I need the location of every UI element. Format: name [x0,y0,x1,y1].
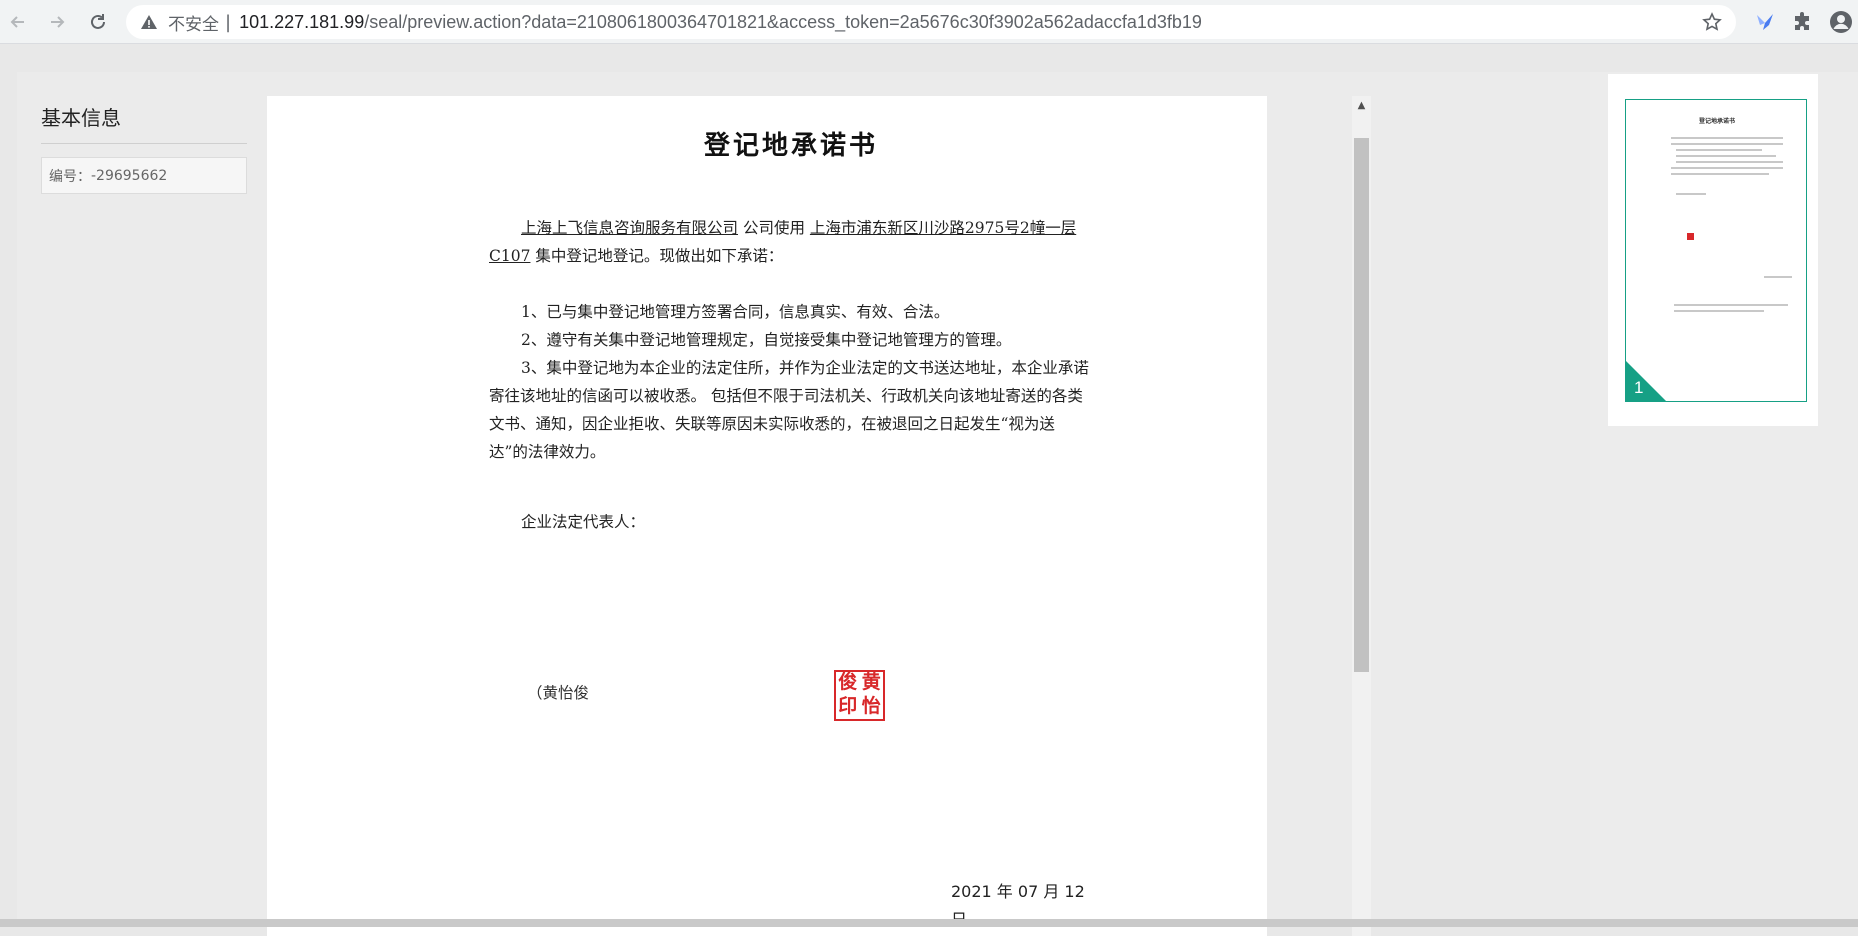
thumbnail-text-line [1671,167,1783,169]
red-seal-stamp: 俊 黄 印 怡 [834,670,885,721]
url-path[interactable]: /seal/preview.action?data=21080618003647… [364,12,1202,33]
thumbnail-text-line [1674,310,1764,312]
thumbnail-page-number: 1 [1634,378,1644,397]
uses-text: 公司使用 [742,219,805,237]
company-name: 上海上飞信息咨询服务有限公司 [521,219,739,237]
thumbnail-text-line [1671,143,1783,145]
registered-address-room: C107 [489,247,531,265]
puzzle-icon[interactable] [1790,9,1816,35]
commitment-item-3: 3、集中登记地为本企业的法定住所，并作为企业法定的文书送达地址，本企业承诺寄往该… [489,359,1089,461]
thumbnail-text-line [1764,276,1792,278]
security-label[interactable]: 不安全 [168,10,219,35]
thumbnail-seal [1687,233,1694,240]
thumbnail-text-line [1671,137,1783,139]
seal-char: 黄 [861,671,881,693]
id-value: -29695662 [91,167,168,184]
profile-icon[interactable] [1828,9,1854,35]
warning-icon[interactable] [140,13,158,31]
app-viewport: 基本信息 编号： -29695662 登记地承诺书 上海上飞信息咨询服务有限公司… [17,72,1858,936]
commitment-item-2: 2、遵守有关集中登记地管理规定，自觉接受集中登记地管理方的管理。 [521,331,1012,349]
document-page: 登记地承诺书 上海上飞信息咨询服务有限公司 公司使用 上海市浦东新区川沙路297… [267,96,1267,936]
scroll-thumb[interactable] [1354,138,1369,672]
basic-info-panel: 基本信息 编号： -29695662 [41,102,247,194]
thumbnail-title: 登记地承诺书 [1698,118,1735,125]
address-bar[interactable]: 不安全 | 101.227.181.99 /seal/preview.actio… [126,5,1736,39]
reload-icon[interactable] [84,8,112,36]
document-scrollbar[interactable]: ▲ [1352,96,1371,936]
thumbnail-text-line [1676,149,1762,151]
thumbnail-text-line [1676,161,1783,163]
back-icon[interactable] [4,8,32,36]
horizontal-scrollbar[interactable] [0,919,1858,927]
thumbnail-selected-corner [1626,361,1666,401]
panel-title: 基本信息 [41,102,247,144]
intro-text: 集中登记地登记。现做出如下承诺： [535,247,784,265]
browser-toolbar: 不安全 | 101.227.181.99 /seal/preview.actio… [0,0,1858,44]
id-label: 编号： [49,168,91,185]
url-separator: | [225,11,232,33]
url-host[interactable]: 101.227.181.99 [239,12,364,33]
seal-char: 印 [838,694,858,717]
registered-address: 上海市浦东新区川沙路2975号2幢一层 [809,219,1077,237]
thumbnail-text-line [1671,173,1769,175]
document-title: 登记地承诺书 [703,131,878,161]
id-field: 编号： -29695662 [41,157,247,194]
extension-bird-icon[interactable] [1752,9,1778,35]
thumbnail-panel: 登记地承诺书 1 [1590,72,1858,927]
commitment-item-1: 1、已与集中登记地管理方签署合同，信息真实、有效、合法。 [521,303,950,321]
seal-char: 怡 [861,694,881,717]
page-thumbnail[interactable]: 登记地承诺书 1 [1625,99,1807,402]
paragraph-intro: 上海上飞信息咨询服务有限公司 公司使用 上海市浦东新区川沙路2975号2幢一层 C… [489,214,1093,270]
signer-label: 企业法定代表人： [521,513,646,531]
thumbnail-text-line [1674,304,1788,306]
signer-name: （黄怡俊 [527,684,590,702]
star-icon[interactable] [1702,12,1722,32]
seal-char: 俊 [838,671,858,693]
forward-icon[interactable] [43,8,71,36]
thumbnail-text-line [1676,193,1706,195]
scroll-up-icon[interactable]: ▲ [1352,96,1371,114]
thumbnail-text-line [1676,155,1776,157]
thumbnail-card[interactable]: 登记地承诺书 1 [1608,74,1818,426]
